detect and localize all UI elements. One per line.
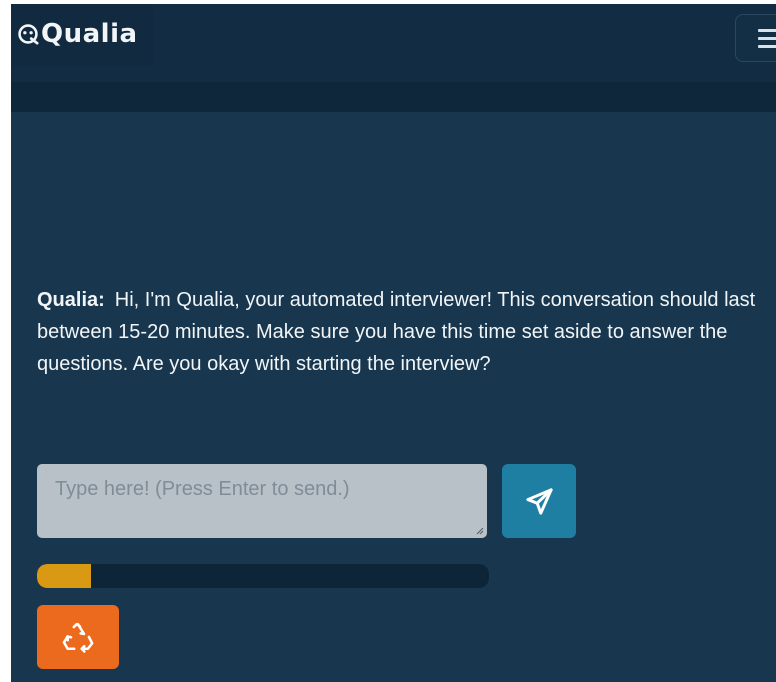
resize-handle-icon[interactable] xyxy=(476,527,484,535)
header-divider-strip xyxy=(11,82,776,112)
chat-area: Qualia: Hi, I'm Qualia, your automated in… xyxy=(11,112,776,682)
message-speaker: Qualia: xyxy=(37,289,105,311)
interview-app: Qualia Qualia: Hi, I'm Qualia, your autom… xyxy=(11,4,776,682)
progress-fill xyxy=(37,564,92,588)
menu-icon xyxy=(758,29,776,49)
progress-bar xyxy=(37,564,489,588)
recycle-icon xyxy=(62,622,94,653)
brand-name: Qualia xyxy=(41,19,138,49)
message-text: Hi, I'm Qualia, your automated interview… xyxy=(37,289,756,375)
chat-input[interactable] xyxy=(37,464,487,538)
restart-button[interactable] xyxy=(37,605,119,669)
send-button[interactable] xyxy=(502,464,576,538)
qualia-logo-icon xyxy=(18,24,39,45)
chat-message: Qualia: Hi, I'm Qualia, your automated in… xyxy=(37,284,776,380)
paper-plane-icon xyxy=(525,487,553,515)
top-bar: Qualia xyxy=(11,4,776,82)
menu-button[interactable] xyxy=(735,14,776,62)
brand-logo[interactable]: Qualia xyxy=(11,4,153,66)
